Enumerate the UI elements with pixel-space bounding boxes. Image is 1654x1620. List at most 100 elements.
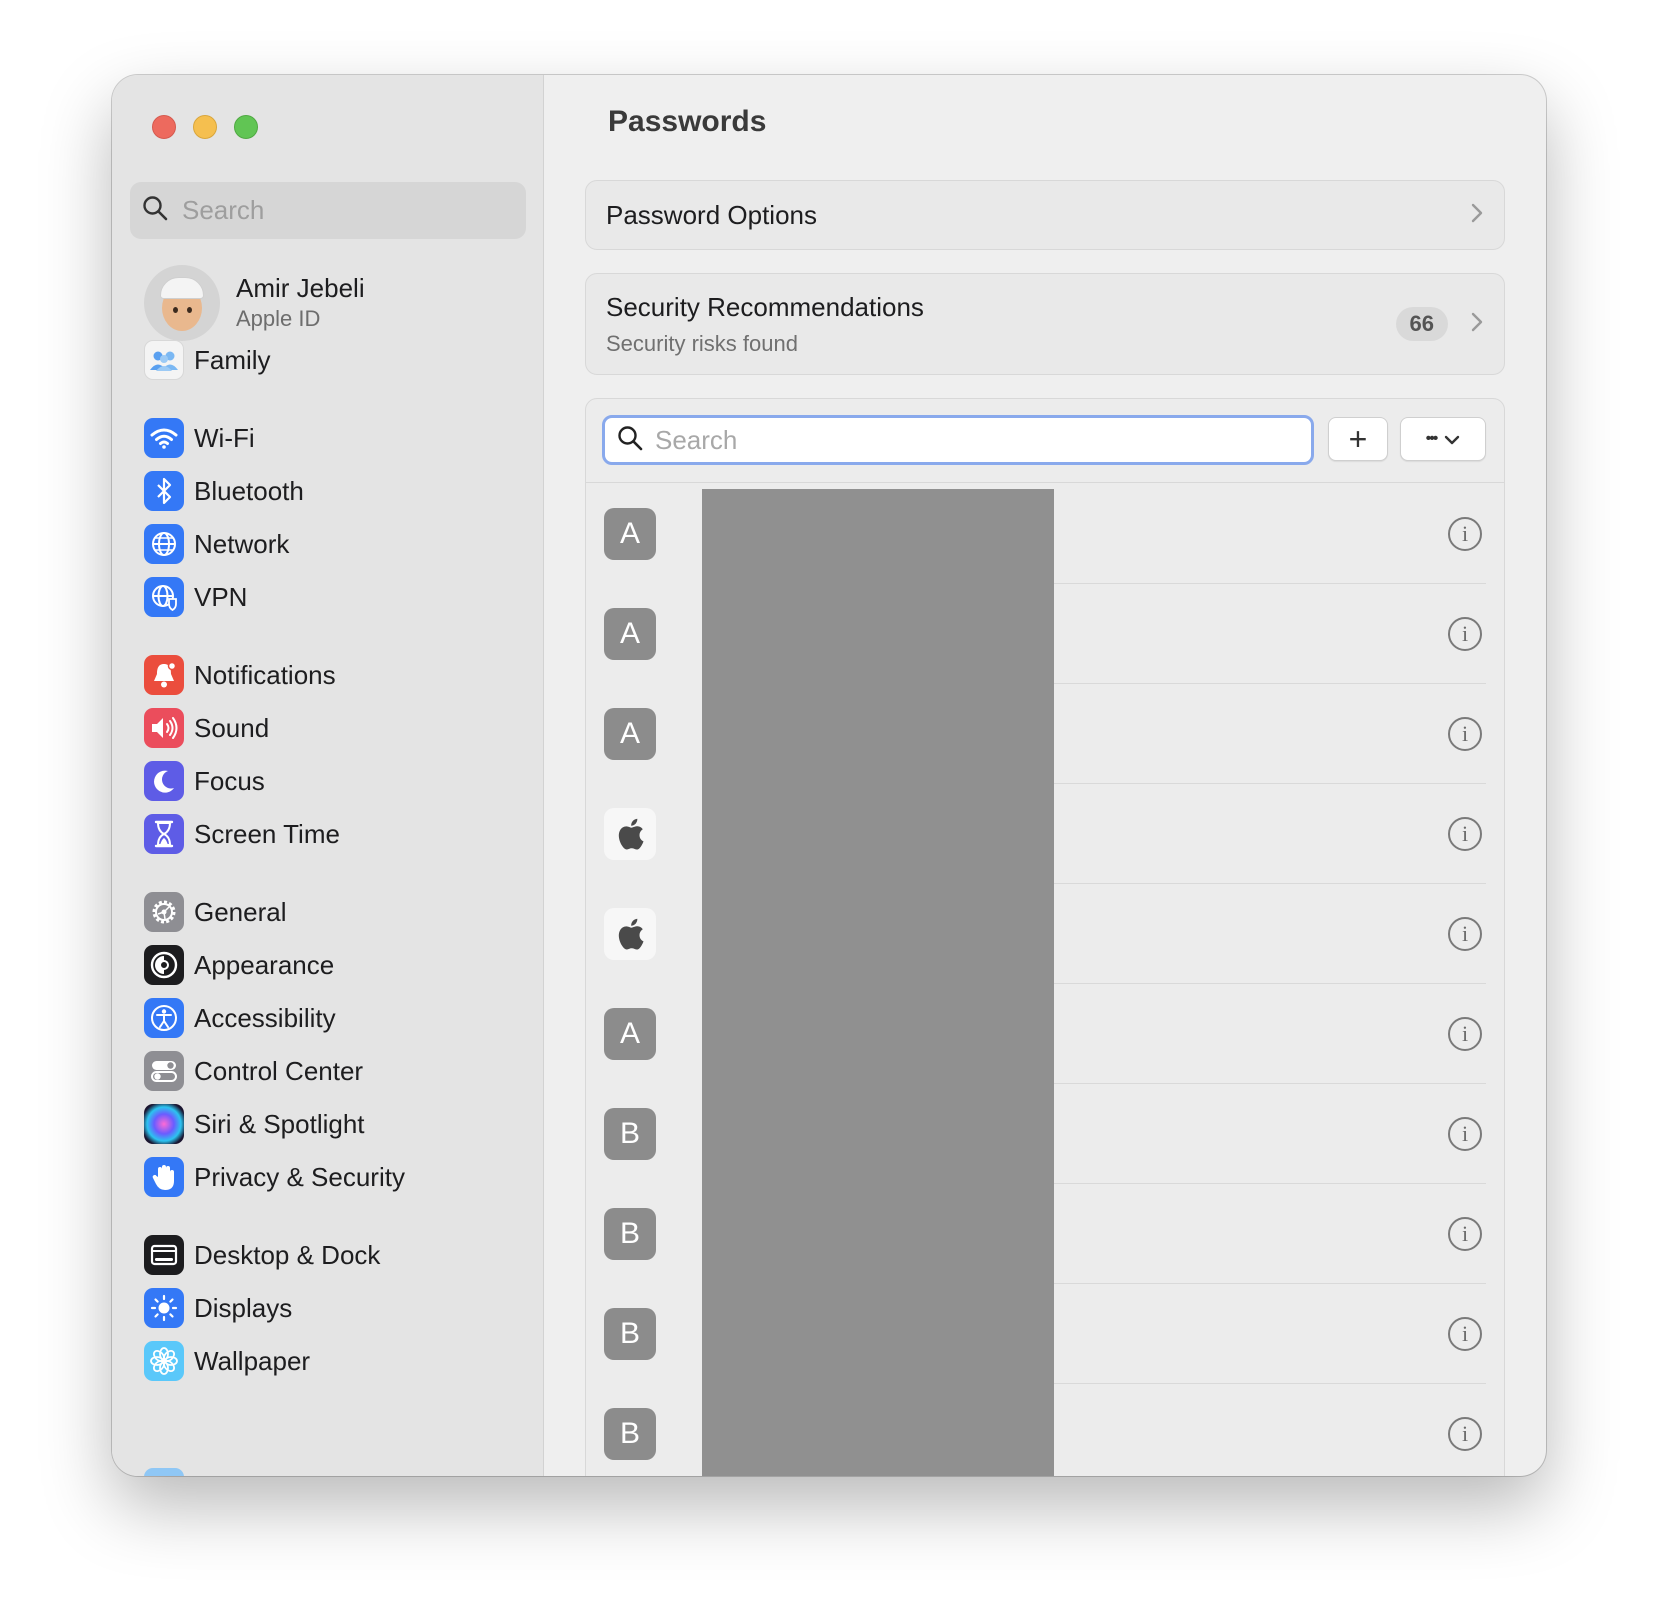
add-password-button[interactable]: +: [1328, 417, 1388, 461]
passwords-search-placeholder: Search: [655, 424, 738, 455]
info-icon[interactable]: i: [1448, 1117, 1482, 1151]
sidebar-item-label: Notifications: [194, 659, 336, 690]
speaker-icon: [144, 708, 184, 748]
security-recommendations-subtitle: Security risks found: [606, 330, 798, 356]
sidebar-item-label: Sound: [194, 712, 270, 743]
chevron-right-icon: [1470, 200, 1484, 231]
more-options-button[interactable]: •••: [1400, 417, 1486, 461]
chevron-down-icon: [1444, 426, 1460, 452]
passwords-search-input[interactable]: Search: [602, 415, 1314, 465]
sidebar-item-family[interactable]: Family: [144, 335, 271, 385]
security-recommendations-row[interactable]: Security Recommendations Security risks …: [585, 273, 1505, 375]
search-icon: [617, 425, 643, 456]
security-recommendations-title: Security Recommendations: [606, 291, 924, 322]
accessibility-icon: [144, 998, 184, 1038]
family-icon: [144, 340, 184, 380]
sidebar-item-privacy-security[interactable]: Privacy & Security: [144, 1152, 405, 1202]
account-subtitle: Apple ID: [236, 306, 321, 331]
sidebar-item-label: Bluetooth: [194, 475, 304, 506]
password-options-row[interactable]: Password Options: [585, 180, 1505, 250]
sidebar-item-label: Wallpaper: [194, 1345, 311, 1376]
sidebar-search-field[interactable]: Search: [130, 182, 526, 239]
wifi-icon: [144, 418, 184, 458]
zoom-window-button[interactable]: [234, 115, 258, 139]
sidebar-item-label: Screen Time: [194, 818, 340, 849]
siri-icon: [144, 1104, 184, 1144]
main-content: Passwords Password Options Security Reco…: [544, 75, 1546, 1476]
passwords-list: Search + ••• Ai Ai Ai i i Ai Bi Bi Bi Bi: [585, 398, 1505, 1476]
sidebar-item-accessibility[interactable]: Accessibility: [144, 993, 336, 1043]
dock-icon: [144, 1235, 184, 1275]
apple-id-account[interactable]: Amir Jebeli Apple ID: [144, 265, 365, 341]
sidebar-item-wallpaper[interactable]: Wallpaper: [144, 1336, 310, 1386]
globe-icon: [144, 524, 184, 564]
sidebar-item-label: Accessibility: [194, 1002, 336, 1033]
sidebar-item-control-center[interactable]: Control Center: [144, 1046, 363, 1096]
chevron-right-icon: [1470, 309, 1484, 340]
passwords-toolbar: Search + •••: [586, 399, 1504, 483]
sidebar-item-label: Siri & Spotlight: [194, 1108, 365, 1139]
sidebar-item-label: Control Center: [194, 1055, 364, 1086]
sidebar-item-sound[interactable]: Sound: [144, 703, 269, 753]
sidebar-item-focus[interactable]: Focus: [144, 756, 265, 806]
security-count-badge: 66: [1395, 307, 1448, 341]
sidebar-item-screen-time[interactable]: Screen Time: [144, 809, 340, 859]
sidebar-item-displays[interactable]: Displays: [144, 1283, 292, 1333]
sidebar-item-appearance[interactable]: Appearance: [144, 940, 334, 990]
sidebar-search-placeholder: Search: [182, 195, 265, 225]
apple-logo-icon: [604, 908, 656, 960]
close-window-button[interactable]: [152, 115, 176, 139]
sun-icon: [144, 1288, 184, 1328]
appearance-icon: [144, 945, 184, 985]
sidebar-item-wifi[interactable]: Wi-Fi: [144, 413, 255, 463]
toggles-icon: [144, 1051, 184, 1091]
settings-window: Search Amir Jebeli Apple ID Family Wi-Fi…: [112, 75, 1546, 1476]
sidebar-item-label: Displays: [194, 1292, 293, 1323]
info-icon[interactable]: i: [1448, 1017, 1482, 1051]
info-icon[interactable]: i: [1448, 1217, 1482, 1251]
sidebar-item-notifications[interactable]: Notifications: [144, 650, 336, 700]
info-icon[interactable]: i: [1448, 717, 1482, 751]
flower-icon: [144, 1341, 184, 1381]
avatar: [144, 265, 220, 341]
sidebar-item-label: Family: [194, 344, 271, 375]
sidebar-item-label: Focus: [194, 765, 265, 796]
ellipsis-icon: •••: [1425, 430, 1439, 447]
minimize-window-button[interactable]: [193, 115, 217, 139]
site-letter-icon: A: [604, 608, 656, 660]
password-options-label: Password Options: [606, 199, 817, 230]
site-letter-icon: A: [604, 508, 656, 560]
info-icon[interactable]: i: [1448, 517, 1482, 551]
site-letter-icon: B: [604, 1408, 656, 1460]
bell-icon: [144, 655, 184, 695]
sidebar-item-siri-spotlight[interactable]: Siri & Spotlight: [144, 1099, 365, 1149]
site-letter-icon: B: [604, 1108, 656, 1160]
hand-icon: [144, 1157, 184, 1197]
vpn-globe-icon: [144, 577, 184, 617]
site-letter-icon: B: [604, 1308, 656, 1360]
info-icon[interactable]: i: [1448, 1417, 1482, 1451]
redacted-area: [702, 489, 1054, 1476]
sidebar-item-network[interactable]: Network: [144, 519, 289, 569]
moon-icon: [144, 761, 184, 801]
sidebar-item-bluetooth[interactable]: Bluetooth: [144, 466, 304, 516]
sidebar-item-vpn[interactable]: VPN: [144, 572, 247, 622]
sidebar-item-label: Privacy & Security: [194, 1161, 405, 1192]
bluetooth-icon: [144, 471, 184, 511]
sidebar-item-desktop-dock[interactable]: Desktop & Dock: [144, 1230, 380, 1280]
apple-logo-icon: [604, 808, 656, 860]
sidebar-item-label: Wi-Fi: [194, 422, 255, 453]
sidebar: Search Amir Jebeli Apple ID Family Wi-Fi…: [112, 75, 544, 1476]
info-icon[interactable]: i: [1448, 917, 1482, 951]
info-icon[interactable]: i: [1448, 1317, 1482, 1351]
sidebar-item-partial: [144, 1468, 184, 1476]
site-letter-icon: A: [604, 708, 656, 760]
info-icon[interactable]: i: [1448, 817, 1482, 851]
info-icon[interactable]: i: [1448, 617, 1482, 651]
sidebar-item-label: Desktop & Dock: [194, 1239, 381, 1270]
account-name: Amir Jebeli: [236, 273, 365, 303]
gear-icon: [144, 892, 184, 932]
site-letter-icon: A: [604, 1008, 656, 1060]
sidebar-item-label: Network: [194, 528, 290, 559]
sidebar-item-general[interactable]: General: [144, 887, 287, 937]
